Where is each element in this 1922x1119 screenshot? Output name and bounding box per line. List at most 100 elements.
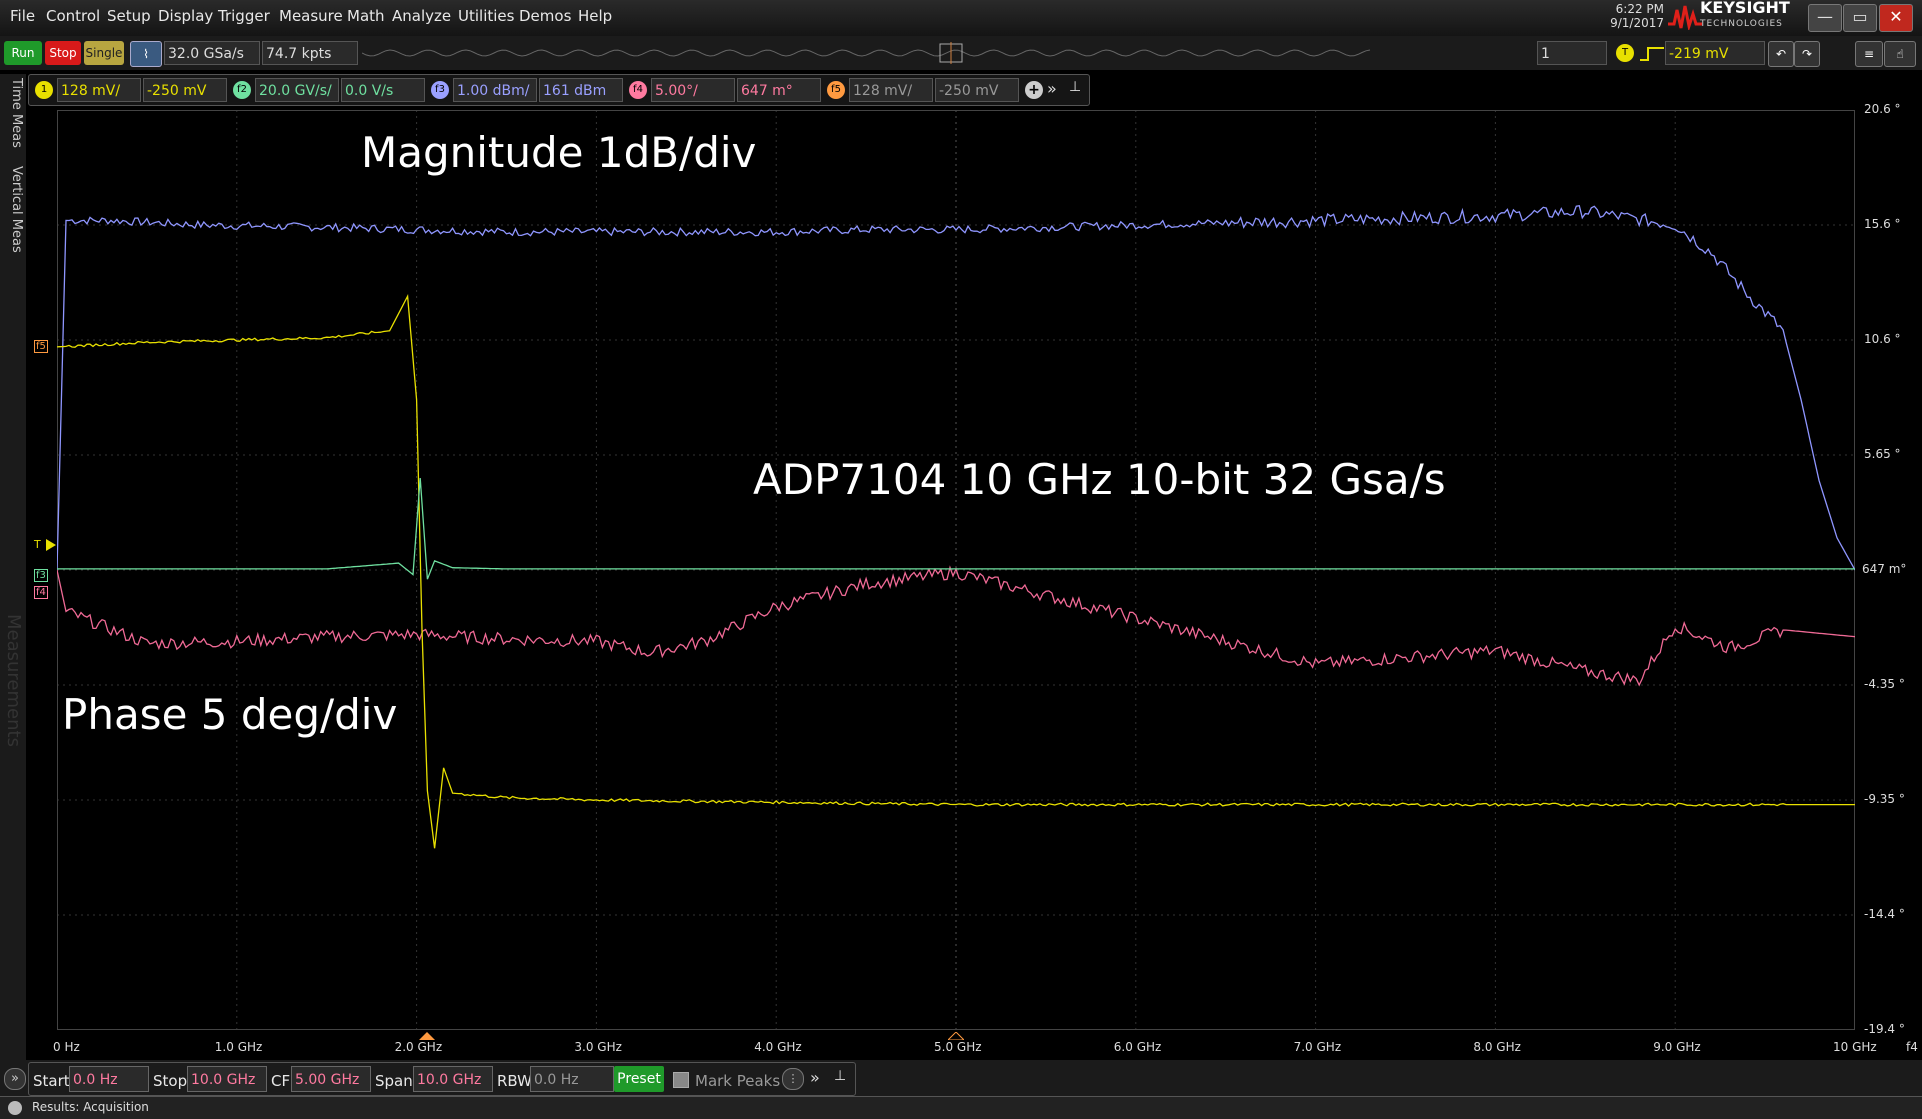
single-button[interactable]: Single (84, 41, 124, 65)
channel-f4-scale[interactable]: 5.00°/ (651, 78, 735, 102)
x-tick-label: 2.0 GHz (394, 1040, 443, 1054)
clock-date: 9/1/2017 (1610, 16, 1664, 30)
clock: 6:22 PM 9/1/2017 (1610, 2, 1664, 30)
x-axis-labels: 0 Hz 1.0 GHz 2.0 GHz 3.0 GHz 4.0 GHz 5.0 GHz 6… (0, 1040, 1922, 1056)
y-tick-label: 10.6 ° (1864, 332, 1901, 346)
x-tick-label: 0 Hz (53, 1040, 80, 1054)
rbw-label: RBW (497, 1072, 533, 1090)
toolbar: Run Stop Single ⌇ 32.0 GSa/s 74.7 kpts 1… (0, 36, 1922, 70)
x-tick-label: 9.0 GHz (1653, 1040, 1701, 1054)
sample-rate-field[interactable]: 32.0 GSa/s (164, 41, 260, 65)
clock-time: 6:22 PM (1615, 2, 1664, 16)
x-tick-label: 8.0 GHz (1473, 1040, 1521, 1054)
memory-depth-field[interactable]: 74.7 kpts (262, 41, 358, 65)
expand-bottom-icon[interactable]: » (810, 1068, 820, 1087)
waveform-overview[interactable] (362, 42, 1372, 64)
status-icon (8, 1101, 22, 1115)
y-tick-label: 15.6 ° (1864, 217, 1901, 231)
add-channel-icon[interactable]: + (1025, 81, 1043, 99)
status-text: Results: Acquisition (32, 1100, 149, 1114)
menu-help[interactable]: Help (578, 7, 612, 25)
menu-math[interactable]: Math (347, 7, 385, 25)
more-options-icon[interactable]: ⋮ (782, 1068, 804, 1090)
left-tabs: Time Meas Vertical Meas Measurements (0, 74, 26, 1074)
stop-button[interactable]: Stop (45, 41, 81, 65)
start-label: Start (33, 1072, 70, 1090)
annotation-phase: Phase 5 deg/div (62, 690, 398, 739)
autoscale-icon[interactable]: ⌇ (130, 41, 162, 67)
redo-icon[interactable]: ↷ (1794, 41, 1820, 67)
menu-toggle-icon[interactable]: ≡ (1855, 41, 1883, 67)
pin-icon[interactable]: ⊥ (1069, 79, 1081, 95)
f3-marker[interactable]: f3 (34, 569, 48, 582)
channel-1-badge[interactable]: 1 (35, 81, 53, 99)
rbw-field[interactable]: 0.0 Hz (530, 1066, 614, 1092)
menu-control[interactable]: Control (46, 7, 100, 25)
channel-f3-scale[interactable]: 1.00 dBm/ (453, 78, 537, 102)
run-button[interactable]: Run (4, 41, 42, 65)
channel-f2-offset[interactable]: 0.0 V/s (341, 78, 425, 102)
x-tick-label: 1.0 GHz (214, 1040, 263, 1054)
menu-setup[interactable]: Setup (107, 7, 151, 25)
menu-demos[interactable]: Demos (519, 7, 571, 25)
channel-f5-scale[interactable]: 128 mV/ (849, 78, 933, 102)
channel-f5-offset[interactable]: -250 mV (935, 78, 1019, 102)
mark-peaks-checkbox[interactable] (673, 1072, 689, 1088)
menu-file[interactable]: File (10, 7, 35, 25)
trigger-count-field[interactable]: 1 (1537, 41, 1607, 65)
undo-icon[interactable]: ↶ (1768, 41, 1794, 67)
expand-icon[interactable]: » (1047, 79, 1057, 98)
tab-measurements[interactable]: Measurements (2, 614, 24, 774)
brand-name: KEYSIGHT (1700, 0, 1790, 17)
pin-bottom-icon[interactable]: ⊥ (834, 1068, 846, 1084)
x-axis-channel: f4 (1906, 1040, 1918, 1054)
brand-sub: TECHNOLOGIES (1700, 19, 1783, 29)
menu-analyze[interactable]: Analyze (392, 7, 451, 25)
close-button[interactable]: ✕ (1879, 4, 1913, 32)
preset-button[interactable]: Preset (614, 1066, 664, 1092)
menu-display[interactable]: Display (158, 7, 213, 25)
trigger-marker[interactable]: T (34, 538, 41, 551)
minimize-button[interactable]: — (1808, 4, 1842, 32)
span-field[interactable]: 10.0 GHz (413, 1066, 493, 1092)
trigger-level-field[interactable]: -219 mV (1665, 41, 1765, 65)
y-tick-label: 647 m° (1862, 562, 1907, 576)
channel-1-offset[interactable]: -250 mV (143, 78, 227, 102)
trigger-edge-icon[interactable] (1640, 44, 1664, 64)
channel-f3-offset[interactable]: 161 dBm (539, 78, 623, 102)
y-tick-label: -14.4 ° (1864, 907, 1905, 921)
channel-f2-badge[interactable]: f2 (233, 81, 251, 99)
annotation-magnitude: Magnitude 1dB/div (361, 128, 757, 177)
f5-marker[interactable]: f5 (34, 340, 48, 353)
menu-trigger[interactable]: Trigger (218, 7, 270, 25)
status-bar: Results: Acquisition (0, 1096, 1922, 1119)
y-tick-label: -19.4 ° (1864, 1022, 1905, 1036)
x-tick-label: 6.0 GHz (1113, 1040, 1162, 1054)
y-tick-label: 20.6 ° (1864, 102, 1901, 116)
collapse-icon[interactable]: » (4, 1068, 26, 1090)
channel-f5-badge[interactable]: f5 (827, 81, 845, 99)
tab-time-meas[interactable]: Time Meas (2, 78, 24, 158)
menu-bar: File Control Setup Display Trigger Measu… (0, 0, 1922, 36)
stop-field[interactable]: 10.0 GHz (187, 1066, 267, 1092)
f4-marker[interactable]: f4 (34, 586, 48, 599)
channel-f3-badge[interactable]: f3 (431, 81, 449, 99)
touch-icon[interactable]: ☝ (1884, 41, 1916, 67)
x-tick-label: 5.0 GHz (934, 1040, 982, 1054)
menu-measure[interactable]: Measure (279, 7, 343, 25)
maximize-button[interactable]: ▭ (1843, 4, 1877, 32)
channel-f4-badge[interactable]: f4 (629, 81, 647, 99)
cf-field[interactable]: 5.00 GHz (291, 1066, 371, 1092)
annotation-title: ADP7104 10 GHz 10-bit 32 Gsa/s (753, 455, 1446, 504)
x-tick-label: 4.0 GHz (754, 1040, 802, 1054)
channel-1-scale[interactable]: 128 mV/ (57, 78, 141, 102)
channel-f4-offset[interactable]: 647 m° (737, 78, 821, 102)
start-field[interactable]: 0.0 Hz (69, 1066, 149, 1092)
channel-bar: 1 128 mV/ -250 mV f2 20.0 GV/s/ 0.0 V/s … (28, 74, 1090, 106)
spectrum-plot[interactable] (57, 110, 1855, 1030)
tab-vertical-meas[interactable]: Vertical Meas (2, 166, 24, 266)
channel-f2-scale[interactable]: 20.0 GV/s/ (255, 78, 339, 102)
span-label: Span (375, 1072, 413, 1090)
brand-logo: KEYSIGHT TECHNOLOGIES (1700, 0, 1790, 32)
menu-utilities[interactable]: Utilities (458, 7, 514, 25)
